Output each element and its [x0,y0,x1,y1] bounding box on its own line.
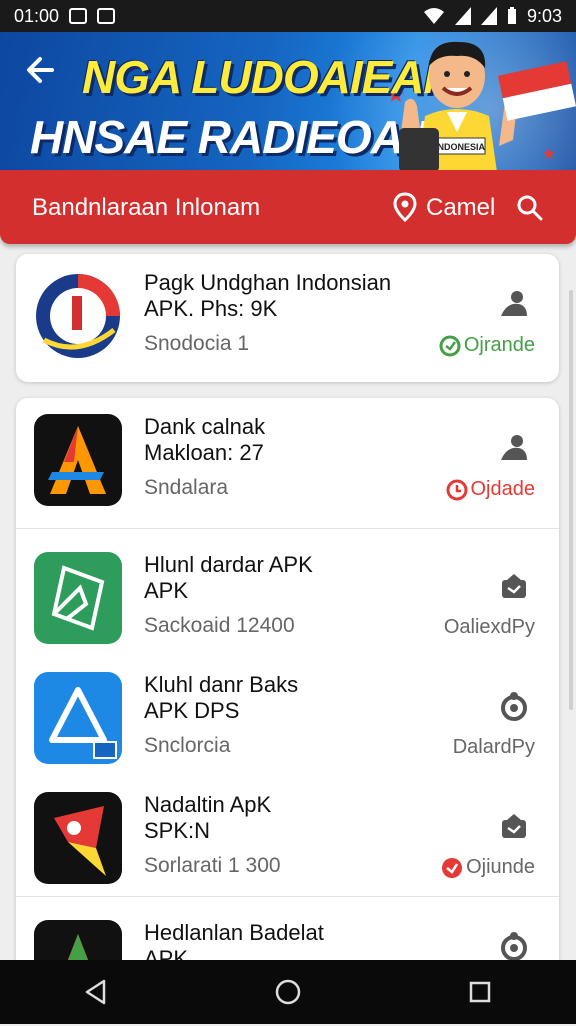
download-icon[interactable] [497,690,531,722]
app-meta: Snodocia 1 [144,332,250,355]
app-title: Hlunl dardar APK [144,552,313,577]
user-icon[interactable] [497,288,531,320]
list-item[interactable]: Dank calnak Makloan: 27 Sndalara Ojdade [16,398,559,520]
download-icon[interactable] [497,930,531,962]
signal-icon-2 [480,7,497,25]
nav-home-button[interactable] [268,972,308,1012]
download-label: Ojiunde [466,856,535,878]
download-button[interactable]: OaliexdPy [444,616,535,639]
mascot-badge-text: INDONESIA [435,142,486,152]
app-meta: Sackoaid 12400 [144,614,295,637]
shield-icon [97,8,116,24]
app-icon [34,552,122,644]
app-title: Kluhl danr Baks [144,672,299,697]
banner-title-line2: HNSAE RADIEOAII [30,111,427,163]
app-title: Hedlanlan Badelat [144,920,324,945]
search-bar[interactable]: Bandnlaraan Inlonam Camel [0,170,576,244]
nav-back-button[interactable] [76,972,116,1012]
battery-icon [507,7,516,24]
download-status-icon [442,857,463,878]
scrollbar[interactable] [569,290,573,710]
download-button[interactable]: DalardPy [453,736,535,759]
status-bar: 01:00 9:03 [0,0,576,32]
back-button[interactable] [24,54,64,94]
square-recents-icon [469,981,491,1003]
app-subtitle: Makloan: 27 [144,440,264,465]
search-input[interactable]: Bandnlaraan Inlonam [32,194,260,222]
app-title: Pagk Undghan Indonsian [144,270,392,295]
app-subtitle: APK. Phs: 9K [144,296,278,321]
app-title: Dank calnak [144,414,266,439]
wifi-icon [423,8,444,24]
promo-banner: ★ ★ ★ NGA LUDOAIEAN HNSAE RADIEOAII INDO… [0,32,576,170]
download-label: DalardPy [452,736,535,758]
download-status-icon [439,335,461,356]
app-card-featured: Pagk Undghan Indonsian APK. Phs: 9K Snod… [16,254,559,382]
triangle-back-icon [85,979,106,1005]
app-subtitle: SPK:N [144,818,211,843]
arrow-left-icon [27,57,54,83]
user-icon[interactable] [497,432,531,464]
location-pin-icon[interactable] [392,192,418,222]
list-item[interactable]: Kluhl danr Baks APK DPS Snclorcia Dalard… [16,656,559,778]
list-item[interactable]: Nadaltin ApK SPK:N Sorlarati 1 300 Ojiun… [16,776,559,898]
download-status-icon [446,479,467,500]
circle-home-icon [275,979,301,1005]
app-meta: Sorlarati 1 300 [144,854,281,877]
app-subtitle: APK DPS [144,698,240,723]
divider [16,896,559,897]
list-item[interactable]: Pagk Undghan Indonsian APK. Phs: 9K Snod… [16,254,559,376]
download-label: Ojdade [470,478,536,500]
app-icon [34,672,122,764]
download-button[interactable]: Ojiunde [441,856,535,879]
notification-icon [69,8,88,24]
search-icon[interactable] [516,194,544,222]
list-item[interactable]: Hlunl dardar APK APK Sackoaid 12400 Oali… [16,536,559,658]
download-label: OaliexdPy [443,616,535,638]
divider [16,528,559,529]
app-meta: Snclorcia [144,734,231,757]
status-time: 01:00 [14,5,60,26]
signal-icon [454,7,471,25]
download-label: Ojrande [463,334,535,356]
app-icon [34,414,122,506]
app-icon [34,270,122,362]
system-nav-bar [0,960,576,1024]
app-title: Nadaltin ApK [144,792,272,817]
package-icon[interactable] [497,810,531,842]
app-icon [34,792,122,884]
location-label[interactable]: Camel [426,194,495,222]
app-subtitle: APK [144,578,189,603]
app-list-card: Dank calnak Makloan: 27 Sndalara Ojdade … [16,398,559,1012]
star-icon: ★ [542,146,557,163]
download-button[interactable]: Ojdade [446,478,536,501]
status-right-time: 9:03 [526,5,562,26]
download-button[interactable]: Ojrande [439,334,535,357]
package-icon[interactable] [497,570,531,602]
app-meta: Sndalara [144,476,229,499]
nav-recents-button[interactable] [460,972,500,1012]
